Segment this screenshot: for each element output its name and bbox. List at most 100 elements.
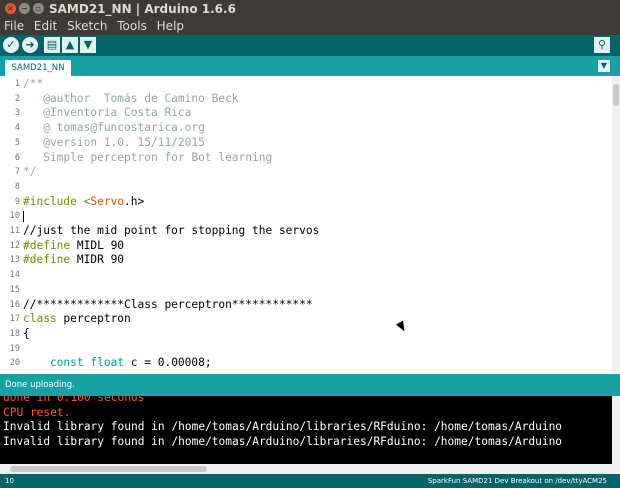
menu-sketch[interactable]: Sketch	[67, 18, 107, 35]
bottom-status-bar: 10 SparkFun SAMD21 Dev Breakout on /dev/…	[0, 474, 620, 488]
console-line: Invalid library found in /home/tomas/Ard…	[3, 420, 563, 434]
line-number: 16	[9, 299, 20, 310]
line-number: 2	[14, 93, 20, 104]
code-line: 5 @version 1.0. 15/11/2015	[0, 136, 612, 151]
console-horizontal-scrollbar[interactable]	[0, 464, 620, 474]
menu-file[interactable]: File	[4, 18, 24, 35]
line-number: 1	[14, 79, 20, 89]
line-number: 19	[9, 343, 20, 354]
code-text: #define MIDL 90	[23, 239, 124, 254]
code-line: 4 @ tomas@funcostarica.org	[0, 121, 612, 136]
code-token: perceptron	[56, 312, 131, 326]
menu-help[interactable]: Help	[157, 18, 184, 35]
code-token: @version 1.0. 15/11/2015	[23, 135, 205, 149]
tab-menu-button[interactable]: ▼	[598, 60, 610, 72]
editor-vertical-scrollbar[interactable]	[612, 76, 620, 374]
code-token: {	[23, 326, 30, 340]
check-icon: ✓	[6, 38, 16, 51]
serial-monitor-button[interactable]: ⚲	[594, 37, 610, 53]
console-scroll-thumb[interactable]	[10, 466, 207, 472]
code-line: 13 #define MIDR 90	[0, 253, 612, 268]
open-button[interactable]: ▲	[62, 37, 78, 53]
menu-bar: File Edit Sketch Tools Help	[0, 18, 620, 35]
code-line: 6 Simple perceptron for Bot learning	[0, 151, 612, 166]
code-text: class perceptron	[23, 312, 131, 327]
tab-label: SAMD21_NN	[11, 63, 65, 73]
code-text: #include <Servo.h>	[23, 195, 144, 210]
code-text	[23, 209, 24, 224]
board-port-label: SparkFun SAMD21 Dev Breakout on /dev/tty…	[427, 477, 607, 485]
line-number: 18	[9, 328, 20, 339]
code-token: /**	[23, 77, 44, 90]
code-line: 15	[0, 283, 612, 298]
toolbar: ✓ ➜ ▤ ▲ ▼ ⚲	[0, 35, 620, 56]
code-line: 10	[0, 209, 612, 224]
code-token: MIDR 90	[70, 253, 125, 267]
status-message: Done uploading.	[5, 380, 75, 390]
upload-button[interactable]: ➜	[22, 37, 38, 53]
code-token: #define	[23, 238, 71, 252]
code-line: 18{	[0, 327, 612, 342]
code-text: //*************Class perceptron*********…	[23, 298, 313, 313]
line-number-indicator: 10	[5, 477, 14, 485]
verify-button[interactable]: ✓	[3, 37, 19, 53]
line-number: 13	[9, 255, 20, 266]
code-text: */	[23, 165, 36, 180]
code-text: //just the mid point for stopping the se…	[23, 224, 319, 239]
code-line: 9 #include <Servo.h>	[0, 195, 612, 210]
code-line: 14	[0, 268, 612, 283]
save-icon: ▼	[83, 38, 93, 51]
code-line: 8	[0, 180, 612, 195]
line-number: 4	[14, 123, 20, 134]
menu-tools[interactable]: Tools	[117, 18, 147, 35]
code-text: @Inventoria Costa Rica	[23, 106, 191, 121]
line-number: 12	[9, 240, 20, 251]
code-line: 16//*************Class perceptron*******…	[0, 298, 612, 313]
window-controls: × − ▫	[5, 3, 47, 17]
line-number: 17	[9, 314, 20, 325]
code-text: #define MIDR 90	[23, 253, 124, 268]
code-text: Simple perceptron for Bot learning	[23, 151, 272, 166]
code-token: #define	[23, 253, 71, 267]
code-token: @author Tomás de Camino Beck	[23, 91, 239, 105]
new-button[interactable]: ▤	[44, 37, 60, 53]
tab-bar: SAMD21_NN ▼	[0, 56, 620, 76]
code-line: 1/**	[0, 77, 612, 92]
code-text: /**	[23, 77, 43, 92]
line-number: 14	[9, 270, 20, 281]
code-token: .h>	[124, 194, 145, 208]
code-token: @ tomas@funcostarica.org	[23, 121, 205, 135]
title-bar: × − ▫ SAMD21_NN | Arduino 1.6.6	[0, 0, 620, 18]
console-output[interactable]: done in 0.100 seconds CPU reset. Invalid l…	[0, 396, 612, 464]
minimize-icon[interactable]: −	[19, 3, 30, 14]
console-vertical-scrollbar[interactable]	[612, 396, 620, 464]
save-button[interactable]: ▼	[80, 37, 96, 53]
code-token: //*************Class perceptron*********…	[23, 297, 313, 311]
menu-edit[interactable]: Edit	[34, 18, 57, 35]
line-number: 7	[14, 167, 20, 178]
window-title: SAMD21_NN | Arduino 1.6.6	[49, 2, 236, 16]
code-token: Servo	[90, 194, 125, 208]
code-line: 11//just the mid point for stopping the …	[0, 224, 612, 239]
code-text: {	[23, 327, 30, 342]
code-line: 17 class perceptron	[0, 312, 612, 327]
code-text: @author Tomás de Camino Beck	[23, 91, 239, 107]
code-token: const float	[49, 356, 125, 370]
code-token: MIDL 90	[70, 238, 125, 252]
code-line: 20 const float c = 0.00008;	[0, 356, 612, 371]
status-bar: Done uploading.	[0, 374, 620, 396]
code-text: @version 1.0. 15/11/2015	[23, 136, 205, 151]
open-icon: ▲	[65, 38, 75, 51]
maximize-icon[interactable]: ▫	[33, 3, 44, 14]
code-line: 3 @Inventoria Costa Rica	[0, 106, 612, 121]
chevron-down-icon: ▼	[600, 61, 608, 70]
line-number: 11	[9, 226, 20, 236]
line-number: 6	[14, 152, 20, 163]
line-number: 20	[9, 358, 20, 369]
code-editor[interactable]: 1/** 2 @author Tomás de Camino Beck 3 @Inv…	[0, 76, 612, 374]
editor-scroll-thumb[interactable]	[613, 84, 619, 106]
tab-samd21-nn[interactable]: SAMD21_NN	[5, 60, 71, 76]
code-line: 2 @author Tomás de Camino Beck	[0, 92, 612, 107]
close-icon[interactable]: ×	[5, 3, 16, 14]
